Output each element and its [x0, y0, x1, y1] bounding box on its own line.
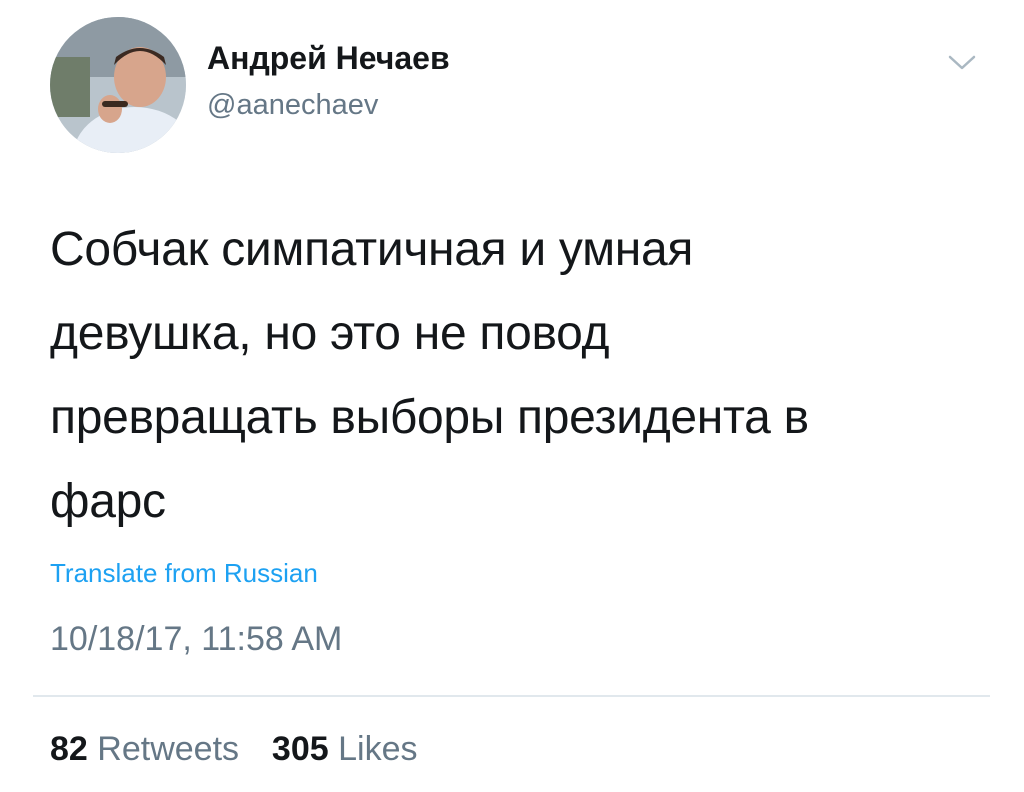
tweet-text-line: фарс	[50, 475, 166, 528]
retweets-stat[interactable]: 82 Retweets	[50, 730, 248, 768]
tweet-text: Собчак симпатичная и умная девушка, но э…	[50, 208, 950, 544]
likes-count: 305	[271, 730, 329, 768]
timestamp[interactable]: 10/18/17, 11:58 AM	[50, 620, 342, 659]
tweet-text-line: превращать выборы президента в	[50, 391, 809, 444]
translate-link[interactable]: Translate from Russian	[50, 558, 318, 589]
retweets-count: 82	[50, 730, 88, 768]
tweet-text-line: девушка, но это не повод	[50, 307, 610, 360]
author-handle[interactable]: @aanechaev	[207, 89, 378, 122]
author-display-name[interactable]: Андрей Нечаев	[207, 40, 450, 77]
avatar[interactable]	[50, 17, 186, 153]
chevron-down-icon[interactable]	[944, 50, 980, 74]
tweet-text-line: Собчак симпатичная и умная	[50, 223, 694, 276]
avatar-photo	[50, 17, 186, 153]
tweet-stats: 82 Retweets 305 Likes	[50, 730, 417, 769]
likes-label: Likes	[338, 730, 418, 768]
likes-stat[interactable]: 305 Likes	[262, 730, 418, 768]
divider	[33, 695, 990, 697]
retweets-label: Retweets	[97, 730, 240, 768]
